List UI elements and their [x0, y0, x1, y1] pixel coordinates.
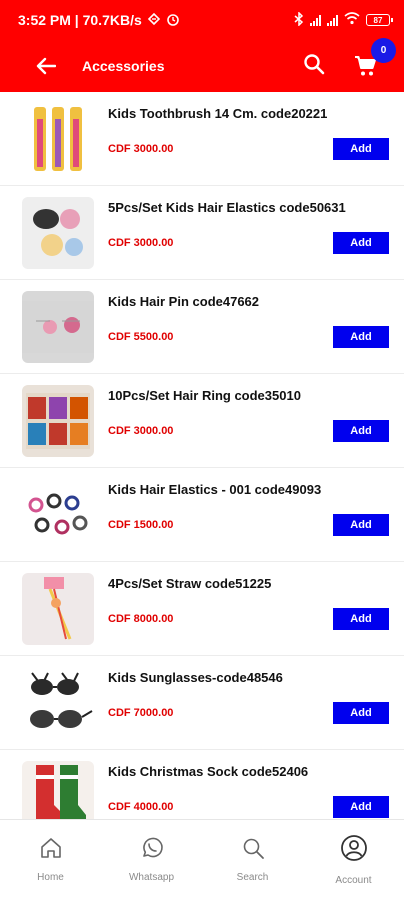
signal-icon-1	[310, 14, 321, 26]
product-price: CDF 3000.00	[108, 237, 174, 249]
battery-icon: 87	[366, 14, 393, 26]
product-name[interactable]: 5Pcs/Set Kids Hair Elastics code50631	[108, 200, 390, 215]
status-bar: 3:52 PM | 70.7KB/s 87	[0, 0, 404, 40]
product-price: CDF 4000.00	[108, 801, 174, 813]
product-name[interactable]: Kids Hair Elastics - 001 code49093	[108, 482, 390, 497]
nav-label: Whatsapp	[128, 872, 175, 883]
alarm-icon	[166, 12, 180, 29]
product-item[interactable]: Kids Hair Pin code47662 CDF 5500.00 Add	[0, 280, 404, 374]
product-name[interactable]: Kids Sunglasses-code48546	[108, 670, 390, 685]
app-screen: 3:52 PM | 70.7KB/s 87 Accessories 0 Kids…	[0, 0, 404, 900]
nav-label: Search	[236, 872, 269, 883]
signal-icon-2	[327, 14, 338, 26]
add-button[interactable]: Add	[333, 608, 389, 630]
product-price: CDF 3000.00	[108, 425, 174, 437]
add-button[interactable]: Add	[333, 796, 389, 818]
page-title: Accessories	[82, 58, 165, 74]
product-item[interactable]: Kids Hair Elastics - 001 code49093 CDF 1…	[0, 468, 404, 562]
product-price: CDF 1500.00	[108, 519, 174, 531]
back-arrow-icon[interactable]	[34, 54, 58, 78]
add-button[interactable]: Add	[333, 326, 389, 348]
product-name[interactable]: Kids Toothbrush 14 Cm. code20221	[108, 106, 390, 121]
product-image-straw[interactable]	[22, 573, 94, 645]
add-button[interactable]: Add	[333, 702, 389, 724]
product-item[interactable]: Kids Sunglasses-code48546 CDF 7000.00 Ad…	[0, 656, 404, 750]
product-image-sunglasses[interactable]	[22, 667, 94, 739]
product-name[interactable]: Kids Hair Pin code47662	[108, 294, 390, 309]
home-icon[interactable]	[37, 834, 65, 862]
product-image-christmas-sock[interactable]	[22, 761, 94, 819]
account-icon[interactable]	[340, 834, 368, 862]
product-price: CDF 5500.00	[108, 331, 174, 343]
search-icon[interactable]	[302, 52, 328, 78]
product-list[interactable]: Kids Toothbrush 14 Cm. code20221 CDF 300…	[0, 92, 404, 819]
add-button[interactable]: Add	[333, 420, 389, 442]
top-bar: 3:52 PM | 70.7KB/s 87 Accessories 0	[0, 0, 404, 92]
nav-item-account[interactable]: Account	[303, 820, 404, 900]
status-time-speed: 3:52 PM | 70.7KB/s	[18, 12, 142, 28]
cart-count-badge[interactable]: 0	[371, 38, 396, 63]
nav-item-home[interactable]: Home	[0, 820, 101, 900]
product-item[interactable]: 5Pcs/Set Kids Hair Elastics code50631 CD…	[0, 186, 404, 280]
add-button[interactable]: Add	[333, 232, 389, 254]
product-price: CDF 7000.00	[108, 707, 174, 719]
product-image-hair-elastics[interactable]	[22, 197, 94, 269]
product-image-toothbrush[interactable]	[22, 103, 94, 175]
search-icon[interactable]	[239, 834, 267, 862]
product-name[interactable]: 10Pcs/Set Hair Ring code35010	[108, 388, 390, 403]
product-item[interactable]: 10Pcs/Set Hair Ring code35010 CDF 3000.0…	[0, 374, 404, 468]
nav-label: Account	[335, 875, 372, 886]
add-button[interactable]: Add	[333, 514, 389, 536]
product-image-hair-elastics-001[interactable]	[22, 479, 94, 551]
bottom-navigation: Home Whatsapp Search Account	[0, 819, 404, 900]
nav-item-search[interactable]: Search	[202, 820, 303, 900]
app-header: Accessories 0	[0, 38, 404, 92]
product-item[interactable]: Kids Toothbrush 14 Cm. code20221 CDF 300…	[0, 92, 404, 186]
product-item[interactable]: Kids Christmas Sock code52406 CDF 4000.0…	[0, 750, 404, 819]
add-button[interactable]: Add	[333, 138, 389, 160]
product-name[interactable]: Kids Christmas Sock code52406	[108, 764, 390, 779]
product-image-hair-pin[interactable]	[22, 291, 94, 363]
product-price: CDF 3000.00	[108, 143, 174, 155]
product-price: CDF 8000.00	[108, 613, 174, 625]
whatsapp-icon[interactable]	[138, 834, 166, 862]
product-name[interactable]: 4Pcs/Set Straw code51225	[108, 576, 390, 591]
product-image-hair-ring[interactable]	[22, 385, 94, 457]
wifi-icon	[344, 12, 360, 28]
bluetooth-icon	[294, 10, 304, 29]
nav-label: Home	[37, 872, 64, 883]
nav-item-whatsapp[interactable]: Whatsapp	[101, 820, 202, 900]
product-item[interactable]: 4Pcs/Set Straw code51225 CDF 8000.00 Add	[0, 562, 404, 656]
sync-icon	[147, 12, 161, 29]
